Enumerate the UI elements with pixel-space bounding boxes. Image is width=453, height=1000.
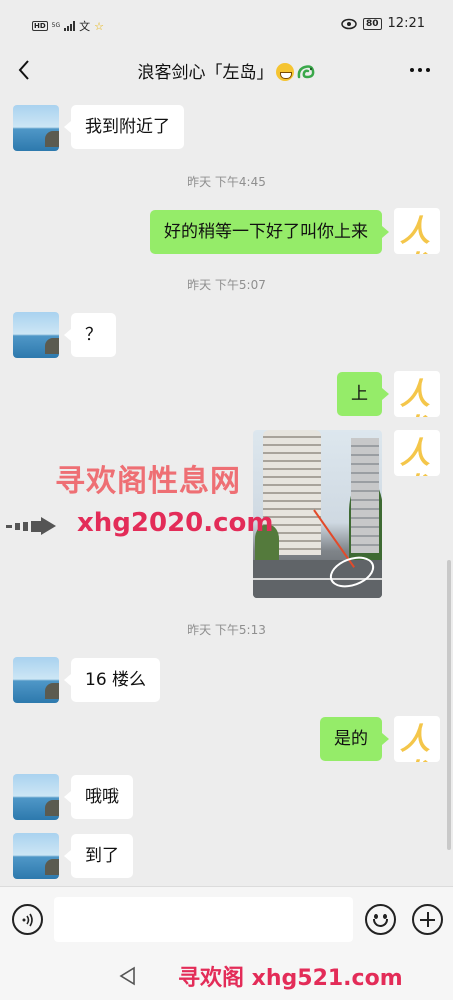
chat-title: 浪客剑心「左岛」 bbox=[0, 58, 453, 83]
avatar-self[interactable]: 人龙 bbox=[394, 430, 440, 476]
scrollbar[interactable] bbox=[447, 560, 451, 850]
triangle-back-icon[interactable] bbox=[118, 966, 138, 986]
message-bubble[interactable]: 好的稍等一下好了叫你上来 bbox=[150, 210, 389, 254]
signal-icon bbox=[64, 21, 76, 31]
timestamp: 昨天 下午5:13 bbox=[187, 623, 266, 637]
title-bar: 浪客剑心「左岛」 bbox=[0, 52, 453, 88]
emoji-button[interactable] bbox=[365, 904, 396, 935]
watermark-arrow-icon bbox=[6, 517, 56, 535]
more-button[interactable] bbox=[405, 56, 435, 84]
avatar-other[interactable] bbox=[13, 833, 59, 879]
message-bubble[interactable]: 哦哦 bbox=[64, 775, 133, 819]
hd-badge: HD bbox=[32, 21, 48, 31]
timestamp: 昨天 下午5:07 bbox=[187, 278, 266, 292]
message-bubble[interactable]: 是的 bbox=[320, 717, 389, 761]
watermark-title: 寻欢阁性息网 bbox=[55, 464, 241, 499]
photo-building bbox=[351, 438, 379, 553]
watermark-url: xhg2020.com bbox=[77, 508, 274, 538]
eye-icon bbox=[341, 18, 357, 29]
timestamp: 昨天 下午4:45 bbox=[187, 175, 266, 189]
message-bubble[interactable]: 上 bbox=[337, 372, 389, 416]
more-icon-dot bbox=[418, 68, 422, 72]
message-input[interactable] bbox=[54, 897, 353, 942]
status-right: 80 12:21 bbox=[341, 16, 425, 31]
status-bar: HD 5G 文 ☆ 80 12:21 bbox=[0, 0, 453, 52]
more-icon-dot bbox=[426, 68, 430, 72]
avatar-self[interactable]: 人龙 bbox=[394, 716, 440, 762]
more-icon bbox=[410, 68, 414, 72]
avatar-other[interactable] bbox=[13, 657, 59, 703]
avatar-other[interactable] bbox=[13, 774, 59, 820]
clock: 12:21 bbox=[387, 16, 425, 31]
voice-icon bbox=[22, 913, 33, 926]
navigation-bar: 寻欢阁 xhg521.com bbox=[0, 952, 453, 1000]
input-bar bbox=[0, 886, 453, 952]
avatar-self[interactable]: 人龙 bbox=[394, 371, 440, 417]
network-label: 5G bbox=[51, 22, 61, 29]
avatar-self[interactable]: 人龙 bbox=[394, 208, 440, 254]
plus-button[interactable] bbox=[412, 904, 443, 935]
translate-icon: 文 bbox=[79, 20, 91, 33]
watermark-bottom: 寻欢阁 xhg521.com bbox=[178, 966, 403, 991]
message-bubble[interactable]: ？ bbox=[64, 313, 116, 357]
voice-button[interactable] bbox=[12, 904, 43, 935]
message-bubble[interactable]: 到了 bbox=[64, 834, 133, 878]
avatar-other[interactable] bbox=[13, 105, 59, 151]
battery-icon: 80 bbox=[363, 17, 382, 30]
star-icon: ☆ bbox=[94, 19, 105, 33]
dragon-icon bbox=[297, 65, 314, 79]
message-bubble[interactable]: 我到附近了 bbox=[64, 105, 184, 149]
emoji-icon-mouth bbox=[373, 919, 388, 927]
chat-title-text: 浪客剑心「左岛」 bbox=[137, 63, 274, 83]
message-bubble[interactable]: 16 楼么 bbox=[63, 658, 161, 702]
avatar-other[interactable] bbox=[13, 312, 59, 358]
chat-area[interactable]: 我到附近了 昨天 下午4:45 好的稍等一下好了叫你上来 人龙 昨天 下午5:0… bbox=[0, 88, 453, 886]
grinning-face-icon bbox=[275, 63, 294, 81]
status-left: HD 5G 文 ☆ bbox=[32, 18, 104, 34]
